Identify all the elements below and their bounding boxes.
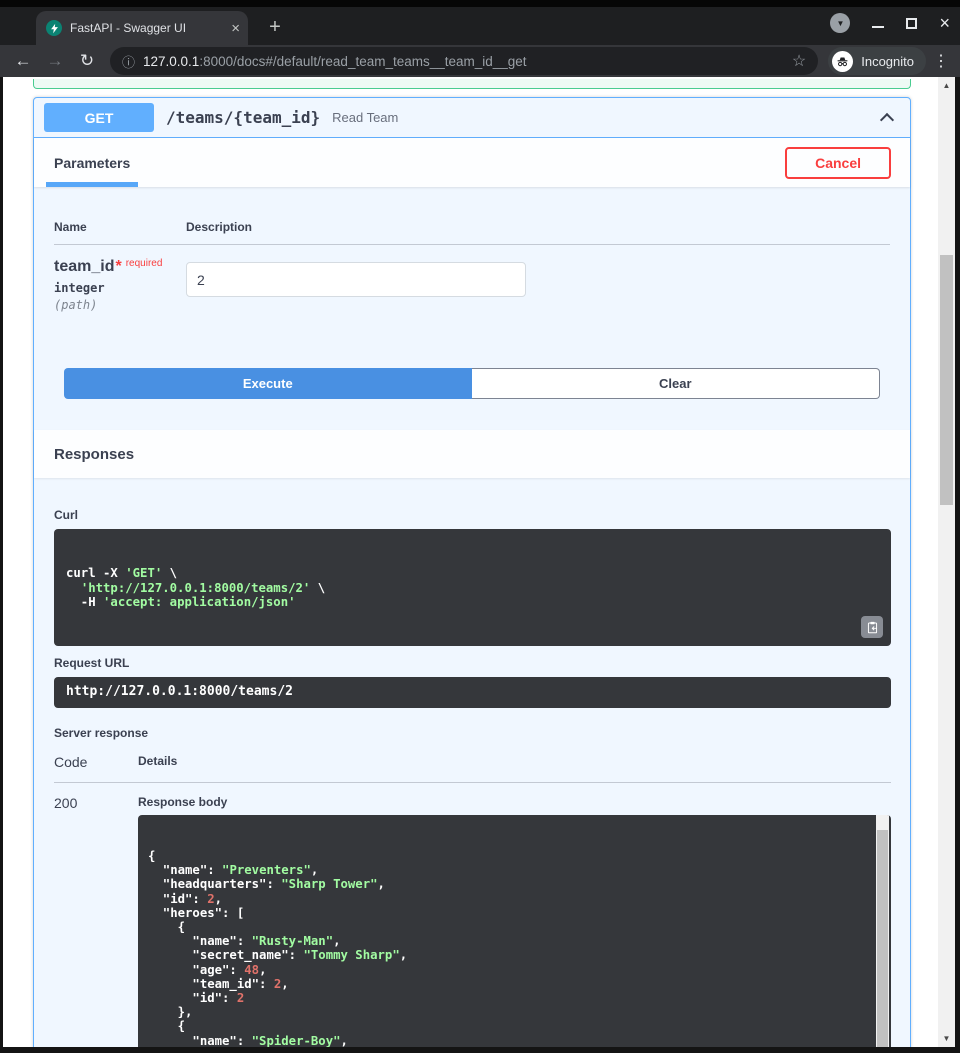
parameters-table-head: Name Description [54, 220, 890, 245]
response-body-label: Response body [138, 795, 891, 809]
response-details: Response body { "name": "Preventers", "h… [138, 795, 891, 1053]
info-icon[interactable]: ⓘ [122, 52, 135, 71]
execute-button[interactable]: Execute [64, 368, 472, 399]
window-frame-right [955, 77, 960, 1053]
page-scrollbar[interactable]: ▲ ▼ [938, 77, 955, 1053]
url-host: 127.0.0.1 [143, 54, 199, 69]
tab-strip: FastAPI - Swagger UI × + ▼ × [0, 0, 960, 45]
browser-update-icon[interactable]: ▼ [830, 13, 850, 33]
parameter-type: integer [54, 281, 186, 295]
method-badge: GET [44, 103, 154, 132]
swagger-page: GET /teams/{team_id} Read Team Parameter… [0, 77, 960, 1053]
window-controls: ▼ × [830, 13, 950, 33]
responses-body: Curl curl -X 'GET' \ 'http://127.0.0.1:8… [34, 478, 910, 1053]
response-body: { "name": "Preventers", "headquarters": … [138, 815, 891, 1053]
incognito-icon [832, 51, 853, 72]
parameter-meta: team_id* required integer (path) [54, 258, 186, 312]
required-asterisk: * [115, 258, 121, 275]
clear-button[interactable]: Clear [472, 368, 881, 399]
close-button[interactable]: × [939, 14, 950, 32]
tab-close-icon[interactable]: × [231, 21, 240, 36]
reload-icon[interactable]: ↻ [74, 51, 100, 71]
copy-icon [866, 621, 879, 634]
response-scrollbar-thumb[interactable] [877, 830, 888, 1053]
active-tab-underline [46, 182, 138, 187]
minimize-button[interactable] [872, 26, 884, 28]
browser-tab[interactable]: FastAPI - Swagger UI × [36, 11, 248, 45]
column-name-header: Name [54, 220, 186, 234]
incognito-label: Incognito [861, 54, 914, 69]
response-json: { "name": "Preventers", "headquarters": … [148, 849, 863, 1053]
page-scrollbar-thumb[interactable] [940, 255, 953, 505]
url-text: 127.0.0.1:8000/docs#/default/read_team_t… [143, 54, 784, 69]
kebab-menu-icon[interactable]: ⋮ [932, 51, 950, 71]
response-table-head: Code Details [54, 754, 891, 783]
endpoint-path: /teams/{team_id} [166, 108, 320, 127]
column-description-header: Description [186, 220, 252, 234]
status-code: 200 [54, 795, 138, 1053]
window-frame-top [0, 0, 960, 7]
parameters-table: Name Description team_id* required intege… [34, 187, 910, 399]
responses-title: Responses [54, 446, 134, 463]
scroll-up-icon[interactable]: ▲ [938, 81, 955, 90]
window-frame-bottom [0, 1047, 960, 1053]
details-column-header: Details [138, 754, 177, 770]
forward-icon[interactable]: → [42, 51, 68, 71]
plus-icon: + [269, 16, 281, 39]
back-icon[interactable]: ← [10, 51, 36, 71]
request-url-value: http://127.0.0.1:8000/teams/2 [54, 677, 891, 707]
parameter-location: (path) [54, 298, 186, 312]
parameter-value-cell [186, 258, 526, 312]
responses-section-header: Responses [34, 430, 910, 478]
curl-command: curl -X 'GET' \ 'http://127.0.0.1:8000/t… [54, 529, 891, 646]
browser-window: FastAPI - Swagger UI × + ▼ × ← → ↻ ⓘ 127… [0, 0, 960, 1053]
required-label: required [126, 258, 163, 269]
curl-label: Curl [54, 508, 891, 522]
team-id-input[interactable] [186, 262, 526, 297]
endpoint-summary: Read Team [332, 110, 882, 125]
incognito-badge: Incognito [828, 47, 926, 75]
address-bar[interactable]: ⓘ 127.0.0.1:8000/docs#/default/read_team… [110, 47, 818, 75]
request-url-label: Request URL [54, 656, 891, 670]
window-frame-left [0, 77, 3, 1053]
copy-to-clipboard-button[interactable] [861, 616, 883, 638]
fastapi-logo-icon [46, 20, 62, 36]
opblock-get-teams: GET /teams/{team_id} Read Team Parameter… [33, 97, 911, 1053]
maximize-button[interactable] [906, 18, 917, 29]
new-tab-button[interactable]: + [262, 14, 288, 40]
url-path: :8000/docs#/default/read_team_teams__tea… [199, 54, 526, 69]
cancel-button[interactable]: Cancel [785, 147, 891, 179]
browser-toolbar: ← → ↻ ⓘ 127.0.0.1:8000/docs#/default/rea… [0, 45, 960, 77]
opblock-header[interactable]: GET /teams/{team_id} Read Team [34, 98, 910, 138]
parameter-row: team_id* required integer (path) [54, 245, 890, 312]
chevron-up-icon[interactable] [880, 112, 894, 126]
parameters-tab-label: Parameters [54, 155, 130, 171]
execute-button-group: Execute Clear [64, 368, 880, 399]
tab-title: FastAPI - Swagger UI [70, 21, 223, 35]
response-row: 200 Response body { "name": "Preventers"… [54, 795, 891, 1053]
tab-parameters[interactable]: Parameters [46, 138, 138, 187]
previous-endpoint-stub [33, 79, 911, 89]
bookmark-star-icon[interactable]: ☆ [792, 51, 806, 71]
response-body-scrollbar[interactable]: ▲ [876, 815, 889, 1053]
parameters-section-header: Parameters Cancel [34, 138, 910, 187]
parameter-name: team_id [54, 258, 114, 275]
scroll-down-icon[interactable]: ▼ [938, 1034, 955, 1043]
code-column-header: Code [54, 754, 138, 770]
server-response-label: Server response [54, 726, 891, 740]
